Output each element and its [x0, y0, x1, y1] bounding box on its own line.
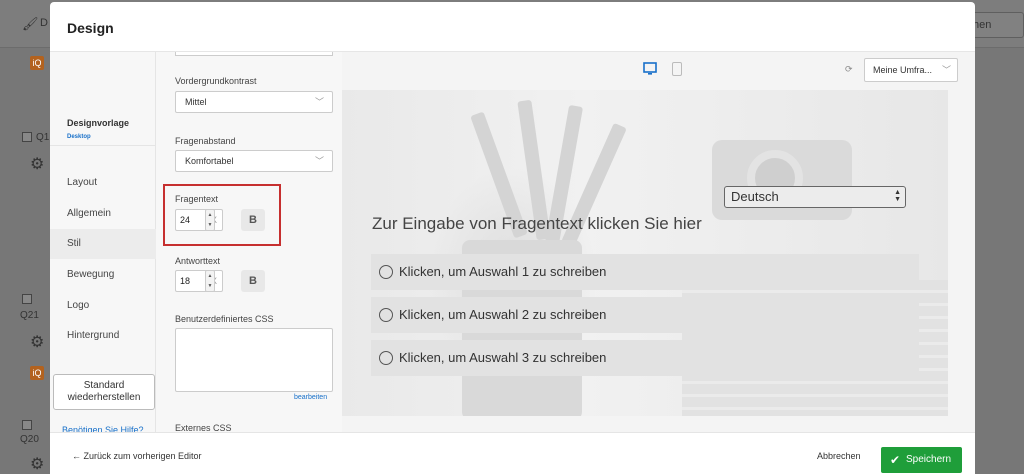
background-checkbox — [22, 132, 32, 142]
foreground-contrast-select[interactable]: Mittel ﹀ — [175, 91, 333, 113]
radio-button[interactable] — [379, 265, 393, 279]
reset-defaults-button[interactable]: Standard wiederherstellen — [53, 374, 155, 410]
choice-label: Klicken, um Auswahl 2 zu schreiben — [399, 307, 607, 322]
survey-select-value: Meine Umfra... — [873, 65, 933, 75]
question-spacing-value: Komfortabel — [185, 156, 234, 166]
select-arrows-icon: ▲ ▼ — [894, 189, 901, 203]
modal-footer: ← Zurück zum vorherigen Editor Abbrechen… — [50, 432, 975, 474]
brush-icon: 🖌 — [22, 16, 39, 31]
survey-select[interactable]: Meine Umfra... ﹀ — [864, 58, 958, 82]
cancel-button[interactable]: Abbrechen — [817, 451, 861, 461]
chevron-down-icon: ﹀ — [314, 156, 324, 166]
foreground-contrast-value: Mittel — [185, 97, 207, 107]
nav-item-logo[interactable]: Logo — [50, 291, 156, 321]
background-checkbox — [22, 294, 32, 304]
design-nav: Designvorlage Desktop Layout Allgemein S… — [50, 52, 156, 435]
nav-item-bewegung[interactable]: Bewegung — [50, 260, 156, 290]
background-question-label: Q21 — [20, 310, 39, 321]
question-text-size-value: 24 — [180, 215, 191, 225]
choice-label: Klicken, um Auswahl 3 zu schreiben — [399, 350, 607, 365]
desktop-preview-icon[interactable] — [643, 62, 657, 76]
background-question-label: Q1 — [36, 132, 50, 143]
style-settings-panel: Vordergrundkontrast Mittel ﹀ Fragenabsta… — [156, 52, 342, 432]
template-heading[interactable]: Designvorlage — [67, 118, 129, 128]
modal-header: Design — [50, 2, 975, 52]
answer-text-label: Antworttext — [175, 256, 221, 266]
check-icon: ✔ — [890, 453, 901, 467]
question-text-size-input[interactable]: 24 PX — [175, 209, 223, 231]
custom-css-label: Benutzerdefiniertes CSS — [175, 314, 274, 324]
gear-icon: ⚙ — [30, 334, 45, 351]
design-modal: Design Designvorlage Desktop Layout Allg… — [50, 2, 975, 474]
mobile-preview-icon[interactable] — [672, 62, 682, 76]
custom-css-edit-link[interactable]: bearbeiten — [294, 394, 327, 401]
question-text-size-stepper[interactable]: ▲ ▼ — [205, 209, 215, 231]
foreground-contrast-label: Vordergrundkontrast — [175, 76, 257, 86]
radio-button[interactable] — [379, 308, 393, 322]
nav-item-hintergrund[interactable]: Hintergrund — [50, 321, 156, 351]
choice-label: Klicken, um Auswahl 1 zu schreiben — [399, 264, 607, 279]
question-text-bold-button[interactable]: B — [241, 209, 265, 231]
language-select[interactable]: Deutsch ▲ ▼ — [724, 186, 906, 208]
nav-item-layout[interactable]: Layout — [50, 168, 156, 198]
gear-icon: ⚙ — [30, 456, 45, 473]
save-button[interactable]: ✔ Speichern — [881, 447, 962, 473]
gear-icon: ⚙ — [30, 156, 45, 173]
answer-text-size-stepper[interactable]: ▲ ▼ — [205, 270, 215, 292]
background-button: hen — [968, 12, 1024, 38]
background-checkbox — [22, 420, 32, 430]
modal-title: Design — [67, 20, 114, 36]
choice-row[interactable]: Klicken, um Auswahl 1 zu schreiben — [371, 254, 919, 290]
question-text-label: Fragentext — [175, 194, 219, 204]
language-value: Deutsch — [731, 189, 779, 204]
question-spacing-label: Fragenabstand — [175, 136, 236, 146]
chevron-down-icon: ﹀ — [941, 65, 951, 75]
preview-area: ⟳ Meine Umfra... ﹀ Deutsch ▲ ▼ Zur Eingab… — [342, 52, 975, 432]
nav-divider — [50, 145, 156, 146]
question-text[interactable]: Zur Eingabe von Fragentext klicken Sie h… — [372, 214, 702, 234]
scrolled-field — [175, 52, 333, 56]
refresh-icon[interactable]: ⟳ — [845, 64, 853, 75]
choice-row[interactable]: Klicken, um Auswahl 3 zu schreiben — [371, 340, 919, 376]
chevron-down-icon: ﹀ — [314, 97, 324, 107]
save-label: Speichern — [906, 454, 952, 465]
background-question-label: Q20 — [20, 434, 39, 445]
custom-css-textarea[interactable] — [175, 328, 333, 392]
choice-row[interactable]: Klicken, um Auswahl 2 zu schreiben — [371, 297, 919, 333]
answer-text-bold-button[interactable]: B — [241, 270, 265, 292]
external-css-label: Externes CSS — [175, 423, 232, 432]
answer-text-size-value: 18 — [180, 276, 191, 286]
iq-badge: iQ — [30, 56, 44, 70]
survey-preview: Deutsch ▲ ▼ Zur Eingabe von Fragentext kl… — [342, 90, 948, 416]
radio-button[interactable] — [379, 351, 393, 365]
nav-item-stil[interactable]: Stil — [50, 229, 156, 259]
question-spacing-select[interactable]: Komfortabel ﹀ — [175, 150, 333, 172]
background-toolbar-label: D — [40, 17, 48, 29]
nav-item-allgemein[interactable]: Allgemein — [50, 199, 156, 229]
iq-badge: iQ — [30, 366, 44, 380]
back-to-previous-editor-link[interactable]: ← Zurück zum vorherigen Editor — [72, 451, 202, 461]
template-value: Desktop — [67, 134, 91, 140]
answer-text-size-input[interactable]: 18 PX — [175, 270, 223, 292]
